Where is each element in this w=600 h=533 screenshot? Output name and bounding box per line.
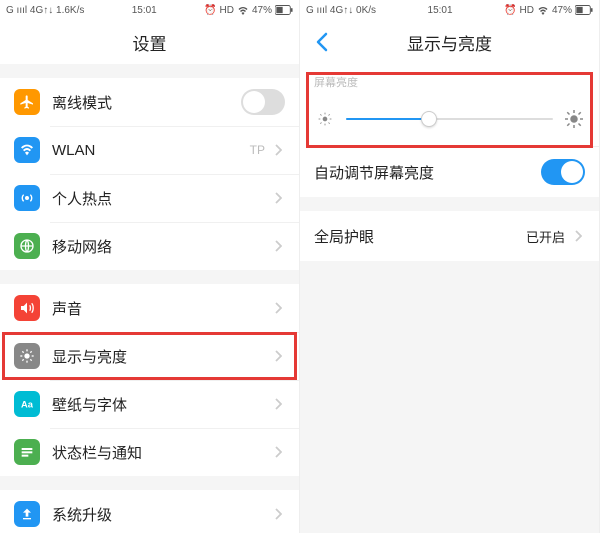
hd-indicator: HD xyxy=(520,5,534,16)
battery-icon xyxy=(575,5,593,15)
row-label: 壁纸与字体 xyxy=(52,394,271,415)
settings-list[interactable]: 离线模式 WLANTP 个人热点移动网络声音显示与亮度 Aa 壁纸与字体状态栏与通知系统… xyxy=(0,64,299,533)
row-label: WLAN xyxy=(52,142,250,159)
settings-row-update[interactable]: 系统升级 xyxy=(0,490,299,533)
notification-icon xyxy=(14,439,40,465)
eye-care-value: 已开启 xyxy=(526,227,565,246)
settings-row-sound[interactable]: 声音 xyxy=(0,284,299,332)
settings-screen: G ıııl 4G↑↓ 1.6K/s 15:01 ⏰ HD 47% 设置 离线模… xyxy=(0,0,300,533)
network-indicator: G ıııl 4G↑↓ 1.6K/s xyxy=(6,5,84,16)
settings-row-airplane[interactable]: 离线模式 xyxy=(0,78,299,126)
battery-text: 47% xyxy=(552,5,572,16)
chevron-right-icon xyxy=(271,445,285,459)
hotspot-icon xyxy=(14,185,40,211)
clock: 15:01 xyxy=(132,5,157,16)
row-label: 状态栏与通知 xyxy=(52,442,271,463)
display-brightness-screen: G ıııl 4G↑↓ 0K/s 15:01 ⏰ HD 47% 显示与亮度 屏幕… xyxy=(300,0,600,533)
battery-text: 47% xyxy=(252,5,272,16)
clock: 15:01 xyxy=(428,5,453,16)
row-label: 个人热点 xyxy=(52,188,271,209)
airplane-toggle[interactable] xyxy=(241,89,285,115)
chevron-right-icon xyxy=(271,191,285,205)
status-bar: G ıııl 4G↑↓ 1.6K/s 15:01 ⏰ HD 47% xyxy=(0,0,299,20)
battery-icon xyxy=(275,5,293,15)
row-label: 声音 xyxy=(52,298,271,319)
airplane-icon xyxy=(14,89,40,115)
settings-row-mobile[interactable]: 移动网络 xyxy=(0,222,299,270)
brightness-icon xyxy=(14,343,40,369)
network-indicator: G ıııl 4G↑↓ 0K/s xyxy=(306,5,376,16)
row-label: 系统升级 xyxy=(52,504,271,525)
row-extra: TP xyxy=(250,143,265,157)
status-bar: G ıııl 4G↑↓ 0K/s 15:01 ⏰ HD 47% xyxy=(300,0,599,20)
wifi-status-icon xyxy=(237,5,249,15)
eye-care-label: 全局护眼 xyxy=(314,226,374,247)
chevron-right-icon xyxy=(271,301,285,315)
auto-brightness-label: 自动调节屏幕亮度 xyxy=(314,162,434,183)
page-title: 设置 xyxy=(133,30,167,55)
eye-care-row[interactable]: 全局护眼 已开启 xyxy=(300,211,599,261)
settings-header: 设置 xyxy=(0,20,299,64)
alarm-icon: ⏰ xyxy=(204,5,216,16)
chevron-right-icon xyxy=(271,349,285,363)
sun-large-icon xyxy=(565,110,583,128)
row-label: 移动网络 xyxy=(52,236,271,257)
svg-text:Aa: Aa xyxy=(21,399,34,409)
brightness-slider[interactable] xyxy=(346,118,553,120)
chevron-right-icon xyxy=(271,143,285,157)
brightness-section-label: 屏幕亮度 xyxy=(300,64,599,94)
sound-icon xyxy=(14,295,40,321)
row-label: 离线模式 xyxy=(52,92,241,113)
sun-small-icon xyxy=(316,110,334,128)
settings-row-wallpaper[interactable]: Aa 壁纸与字体 xyxy=(0,380,299,428)
auto-brightness-row[interactable]: 自动调节屏幕亮度 xyxy=(300,147,599,197)
update-icon xyxy=(14,501,40,527)
hd-indicator: HD xyxy=(220,5,234,16)
chevron-right-icon xyxy=(271,507,285,521)
settings-row-wlan[interactable]: WLANTP xyxy=(0,126,299,174)
page-title: 显示与亮度 xyxy=(407,30,492,55)
wifi-status-icon xyxy=(537,5,549,15)
wifi-icon xyxy=(14,137,40,163)
row-label: 显示与亮度 xyxy=(52,346,271,367)
settings-row-display[interactable]: 显示与亮度 xyxy=(0,332,299,380)
display-header: 显示与亮度 xyxy=(300,20,599,64)
brightness-slider-row xyxy=(300,94,599,146)
settings-row-hotspot[interactable]: 个人热点 xyxy=(0,174,299,222)
chevron-right-icon xyxy=(271,239,285,253)
auto-brightness-toggle[interactable] xyxy=(541,159,585,185)
chevron-right-icon xyxy=(271,397,285,411)
settings-row-notif[interactable]: 状态栏与通知 xyxy=(0,428,299,476)
alarm-icon: ⏰ xyxy=(504,5,516,16)
chevron-right-icon xyxy=(571,229,585,243)
slider-thumb[interactable] xyxy=(421,111,437,127)
mobile-net-icon xyxy=(14,233,40,259)
back-button[interactable] xyxy=(310,30,334,54)
wallpaper-icon: Aa xyxy=(14,391,40,417)
display-content[interactable]: 屏幕亮度 自动调节屏幕亮度 全 xyxy=(300,64,599,533)
